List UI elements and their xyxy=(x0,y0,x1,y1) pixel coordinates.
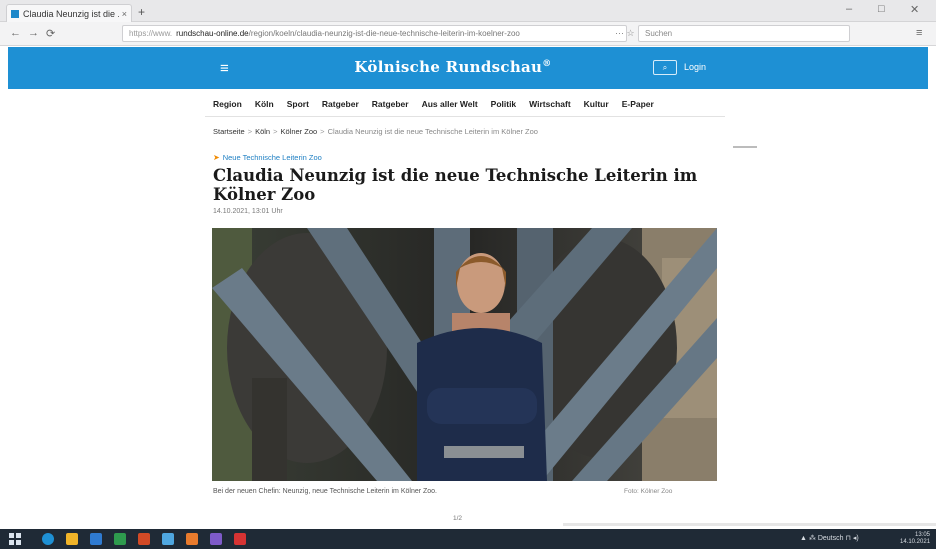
browser-search-input[interactable]: Suchen xyxy=(638,25,850,42)
breadcrumb-separator-icon: > xyxy=(247,127,253,136)
browser-tab-bar: Claudia Neunzig ist die ... × + – □ ✕ xyxy=(0,0,936,22)
powerpoint-icon[interactable] xyxy=(138,533,150,545)
clock-time: 13:05 xyxy=(914,532,930,538)
browser-menu-icon[interactable]: ≡ xyxy=(916,27,922,39)
kicker-text: Neue Technische Leiterin Zoo xyxy=(222,153,322,162)
file-explorer-icon[interactable] xyxy=(66,533,78,545)
nav-item-2[interactable]: Sport xyxy=(287,99,309,113)
photo-caption: Bei der neuen Chefin: Neunzig, neue Tech… xyxy=(213,488,438,495)
site-logo[interactable]: Kölnische Rundschau® xyxy=(308,58,598,76)
url-prefix: https://www. xyxy=(129,29,173,38)
breadcrumb-separator-icon: > xyxy=(273,127,278,136)
app-icon[interactable] xyxy=(210,533,222,545)
window-close-button[interactable]: ✕ xyxy=(910,3,919,16)
article-photo[interactable] xyxy=(212,228,717,481)
article-kicker[interactable]: ➤ Neue Technische Leiterin Zoo xyxy=(213,153,322,162)
article-dateline: 14.10.2021, 13:01 Uhr xyxy=(213,208,283,215)
reload-button[interactable]: ⟳ xyxy=(46,27,55,40)
kicker-arrow-icon: ➤ xyxy=(213,153,220,162)
site-logo-text: Kölnische Rundschau xyxy=(354,58,543,76)
address-bar[interactable]: https://www. rundschau-online.de/region/k… xyxy=(122,25,627,42)
nav-item-3[interactable]: Ratgeber xyxy=(322,99,359,113)
browser-tab[interactable]: Claudia Neunzig ist die ... × xyxy=(6,4,132,22)
start-menu-icon[interactable] xyxy=(9,533,21,545)
photo-credit: Foto: Kölner Zoo xyxy=(624,488,673,495)
breadcrumb-link-2[interactable]: Kölner Zoo xyxy=(280,127,317,136)
breadcrumb-link-0[interactable]: Startseite xyxy=(213,127,245,136)
system-tray[interactable]: ▲ ⁂ Deutsch ⊓ ◂) xyxy=(800,534,859,542)
edge-browser-icon[interactable] xyxy=(42,533,54,545)
window-minimize-button[interactable]: – xyxy=(846,3,852,15)
breadcrumb: Startseite > Köln > Kölner Zoo > Claudia Neunz… xyxy=(213,127,538,136)
nav-item-6[interactable]: Politik xyxy=(491,99,517,113)
nav-item-5[interactable]: Aus aller Welt xyxy=(422,99,478,113)
new-tab-button[interactable]: + xyxy=(138,5,145,19)
nav-item-0[interactable]: Region xyxy=(213,99,242,113)
breadcrumb-current: Claudia Neunzig ist die neue Technische … xyxy=(327,127,538,136)
url-domain: rundschau-online.de xyxy=(176,29,249,38)
browser-nav-bar: ← → ⟳ https://www. rundschau-online.de/re… xyxy=(0,22,936,46)
nav-item-7[interactable]: Wirtschaft xyxy=(529,99,570,113)
nav-item-8[interactable]: Kultur xyxy=(584,99,609,113)
site-header: ≡ Kölnische Rundschau® ⌕ Login xyxy=(8,47,928,89)
nav-divider xyxy=(205,116,725,117)
outlook-icon[interactable] xyxy=(162,533,174,545)
sidebar-divider xyxy=(733,146,757,148)
back-button[interactable]: ← xyxy=(10,27,21,39)
nav-item-9[interactable]: E-Paper xyxy=(622,99,654,113)
breadcrumb-separator-icon: > xyxy=(320,127,325,136)
taskbar-clock[interactable]: 13:05 14.10.2021 xyxy=(900,532,930,546)
tab-title: Claudia Neunzig ist die ... xyxy=(23,8,119,19)
excel-icon[interactable] xyxy=(114,533,126,545)
pdf-reader-icon[interactable] xyxy=(234,533,246,545)
page-actions-icon[interactable]: ⋯ ☆ xyxy=(615,28,635,39)
article-headline: Claudia Neunzig ist die neue Technische … xyxy=(213,166,698,204)
site-menu-icon[interactable]: ≡ xyxy=(220,60,229,77)
breadcrumb-link-1[interactable]: Köln xyxy=(255,127,270,136)
gallery-pager[interactable]: 1/2 xyxy=(453,515,462,522)
url-path: /region/koeln/claudia-neunzig-ist-die-ne… xyxy=(248,29,520,38)
photo-scene xyxy=(212,228,717,481)
login-link[interactable]: Login xyxy=(684,62,706,72)
os-taskbar: ▲ ⁂ Deutsch ⊓ ◂) 13:05 14.10.2021 xyxy=(0,529,936,549)
nav-item-4[interactable]: Ratgeber xyxy=(372,99,409,113)
nav-item-1[interactable]: Köln xyxy=(255,99,274,113)
header-search-icon[interactable]: ⌕ xyxy=(653,60,677,75)
tab-close-icon[interactable]: × xyxy=(122,9,127,19)
category-nav: Region Köln Sport Ratgeber Ratgeber Aus aller… xyxy=(213,99,713,113)
forward-button[interactable]: → xyxy=(28,27,39,39)
content-strip xyxy=(563,523,936,526)
word-icon[interactable] xyxy=(90,533,102,545)
window-maximize-button[interactable]: □ xyxy=(878,3,885,15)
firefox-icon[interactable] xyxy=(186,533,198,545)
clock-date: 14.10.2021 xyxy=(900,539,931,545)
site-favicon-icon xyxy=(11,9,19,18)
site-logo-mark: ® xyxy=(542,59,552,69)
